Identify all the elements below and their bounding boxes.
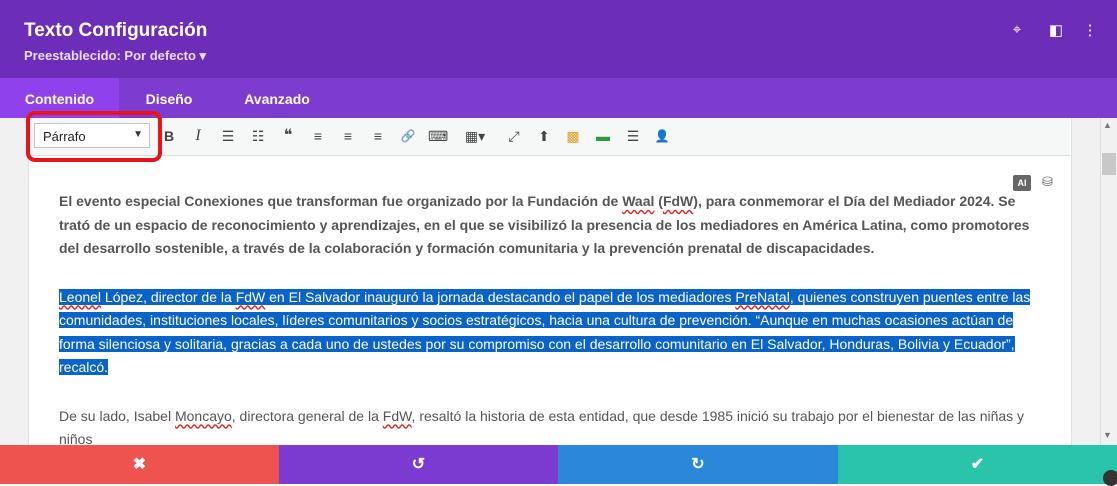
bold-icon[interactable]: B — [159, 126, 179, 146]
align-right-icon[interactable]: ≡ — [368, 126, 388, 146]
ai-assistant-button[interactable]: AI — [1013, 175, 1031, 191]
editor-text[interactable]: El evento especial Conexiones que transf… — [59, 190, 1039, 452]
link-icon[interactable]: 🔗 — [398, 126, 418, 146]
align-left-icon[interactable]: ≡ — [308, 126, 328, 146]
italic-icon[interactable]: I — [188, 126, 208, 146]
more-options-icon[interactable]: ⋮ — [1081, 21, 1099, 39]
modal-header: Texto Configuración Preestablecido: Por … — [0, 0, 1117, 78]
person-icon[interactable]: 👤 — [652, 126, 672, 146]
paragraph-2-selected: Leonel López, director de la FdW en El S… — [59, 288, 1031, 375]
modal-title: Texto Configuración — [24, 20, 208, 41]
dynamic-content-icon[interactable]: ⛁ — [1042, 174, 1060, 192]
scroll-down-icon[interactable]: ▼ — [1103, 430, 1112, 440]
toggle-icon[interactable]: ▬ — [593, 126, 613, 146]
fullscreen-toggle-icon[interactable]: ⌖ — [1008, 21, 1026, 38]
blockquote-icon[interactable]: ❝ — [278, 126, 298, 146]
modal-footer: ✖ ↺ ↻ ✔ — [0, 445, 1117, 484]
numbered-list-icon[interactable]: ☷ — [248, 126, 268, 146]
save-button[interactable]: ✔ — [838, 445, 1117, 484]
fullscreen-icon[interactable]: ⤢ — [504, 126, 524, 146]
align-center-icon[interactable]: ≡ — [338, 126, 358, 146]
split-view-icon[interactable]: ◧ — [1047, 21, 1065, 39]
discard-button[interactable]: ✖ — [0, 445, 279, 484]
keyboard-icon[interactable]: ⌨ — [428, 126, 448, 146]
bullet-list-icon[interactable]: ☰ — [218, 126, 238, 146]
scroll-up-icon[interactable]: ▲ — [1103, 120, 1112, 130]
redo-button[interactable]: ↻ — [558, 445, 838, 484]
preset-dropdown[interactable]: Preestablecido: Por defecto ▾ — [24, 48, 206, 64]
annotation-highlight — [26, 111, 162, 162]
list-block-icon[interactable]: ☰ — [623, 126, 643, 146]
tab-avanzado[interactable]: Avanzado — [219, 78, 335, 118]
paragraph-1: El evento especial Conexiones que transf… — [59, 193, 1030, 256]
modules-icon[interactable]: ▩ — [563, 126, 583, 146]
text-settings-modal: Texto Configuración Preestablecido: Por … — [0, 0, 1117, 486]
tab-bar: Contenido Diseño Avanzado — [0, 78, 1117, 118]
table-icon[interactable]: ▦▾ — [458, 126, 492, 146]
insert-icon[interactable]: ⬆ — [534, 126, 554, 146]
undo-button[interactable]: ↺ — [279, 445, 558, 484]
scrollbar-thumb[interactable] — [1102, 153, 1116, 175]
